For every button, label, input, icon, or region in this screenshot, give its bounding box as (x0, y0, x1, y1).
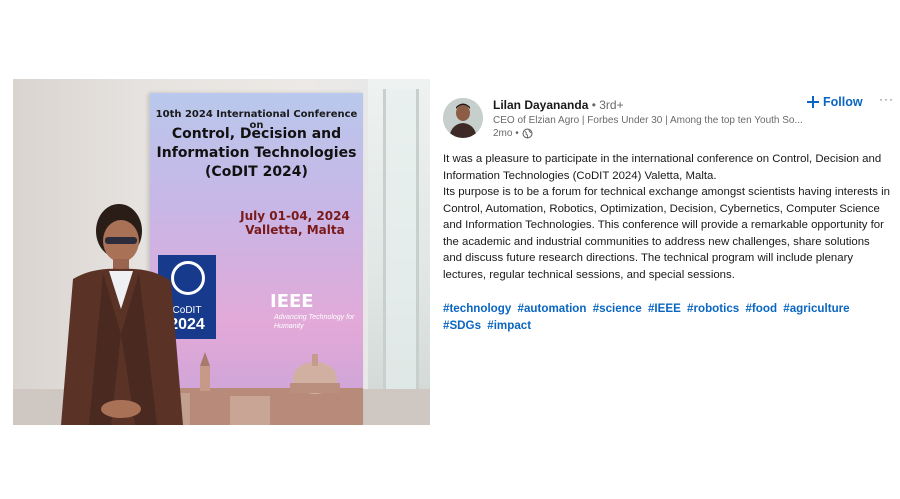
post-meta: 2mo • (493, 128, 533, 139)
hashtag-link[interactable]: #automation (518, 302, 587, 315)
hashtag-link[interactable]: #agriculture (783, 302, 849, 315)
post-image[interactable]: 10th 2024 International Conference on Co… (13, 79, 430, 425)
avatar-photo (443, 98, 483, 138)
plus-icon (807, 96, 819, 108)
globe-icon (522, 128, 533, 139)
banner-dates-place: July 01-04, 2024 Valletta, Malta (235, 209, 355, 237)
person-photo (61, 204, 183, 425)
window-frame (383, 89, 419, 425)
follow-button[interactable]: Follow (807, 95, 863, 109)
author-line: Lilan Dayananda • 3rd+ (493, 98, 624, 112)
post-text: It was a pleasure to participate in the … (443, 151, 890, 283)
banner-dates: July 01-04, 2024 (240, 209, 350, 223)
follow-label: Follow (823, 95, 863, 109)
author-avatar[interactable] (443, 98, 483, 138)
connection-degree: • 3rd+ (588, 98, 624, 112)
hashtag-link[interactable]: #food (745, 302, 777, 315)
banner-title: Control, Decision and Information Techno… (156, 126, 357, 180)
hashtag-link[interactable]: #robotics (687, 302, 739, 315)
hashtag-link[interactable]: #technology (443, 302, 511, 315)
hashtag-link[interactable]: #impact (487, 319, 531, 332)
hashtag-link[interactable]: #science (593, 302, 642, 315)
post-time: 2mo • (493, 128, 519, 139)
more-options-button[interactable]: ··· (879, 92, 894, 106)
banner-place: Valletta, Malta (245, 223, 345, 237)
hashtag-link[interactable]: #IEEE (648, 302, 681, 315)
hashtag-link[interactable]: #SDGs (443, 319, 481, 332)
hashtag-list: #technology #automation #science #IEEE #… (443, 301, 883, 334)
author-name[interactable]: Lilan Dayananda (493, 98, 588, 112)
post-paragraph-2: Its purpose is to be a forum for technic… (443, 186, 890, 281)
post-paragraph-1: It was a pleasure to participate in the … (443, 153, 882, 182)
author-headline: CEO of Elzian Agro | Forbes Under 30 | A… (493, 115, 803, 126)
ieee-tagline: Advancing Technology for Humanity (274, 314, 355, 330)
ieee-logo: IEEE (270, 291, 314, 312)
